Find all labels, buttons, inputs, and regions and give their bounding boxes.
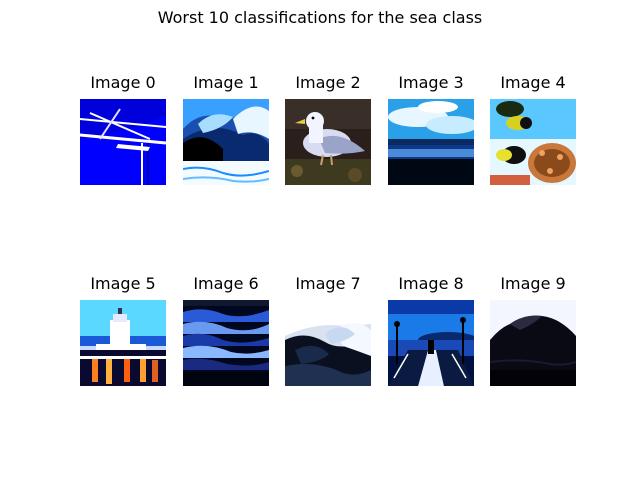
figure-title: Worst 10 classifications for the sea cla… xyxy=(157,8,483,27)
image-title: Image 4 xyxy=(500,73,566,92)
image-thumbnail-lighthouse xyxy=(80,300,166,386)
image-thumbnail-dark-hill xyxy=(490,300,576,386)
image-thumbnail-breaking-wave xyxy=(183,99,269,185)
image-thumbnail-blue-grid xyxy=(80,99,166,185)
image-thumbnail-night-waves xyxy=(183,300,269,386)
image-thumbnail-pier xyxy=(388,300,474,386)
image-thumbnail-sky-lake xyxy=(388,99,474,185)
image-title: Image 9 xyxy=(500,274,566,293)
image-thumbnail-reef-fish xyxy=(490,99,576,185)
image-thumbnail-wave-spray xyxy=(285,300,371,386)
image-thumbnail-seagull xyxy=(285,99,371,185)
